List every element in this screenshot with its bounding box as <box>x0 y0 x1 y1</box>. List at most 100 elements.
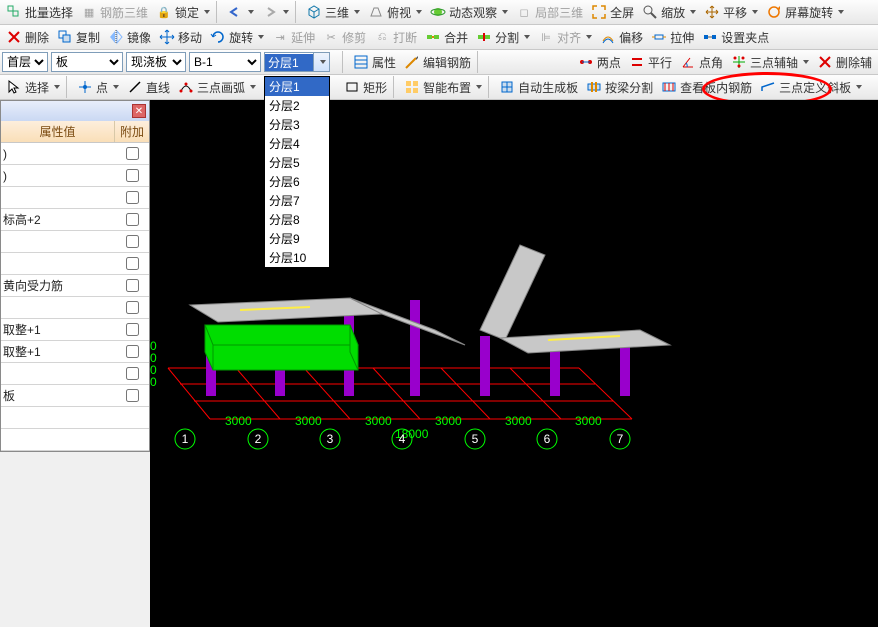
parallel-button[interactable]: 平行 <box>625 52 676 73</box>
delete-aux-button[interactable]: 删除辅 <box>813 52 876 73</box>
property-checkbox-cell <box>115 279 149 292</box>
attributes-button[interactable]: 属性 <box>349 52 400 73</box>
layer-combo[interactable]: 分层1 分层1分层2分层3分层4分层5分层6分层7分层8分层9分层10 <box>264 52 330 72</box>
property-label: ) <box>1 147 115 161</box>
property-row[interactable]: ) <box>1 165 149 187</box>
three-point-aux-button[interactable]: 三点辅轴 <box>727 52 813 73</box>
property-checkbox-cell <box>115 191 149 204</box>
rect-button[interactable]: 矩形 <box>340 77 391 98</box>
property-row[interactable]: 板 <box>1 385 149 407</box>
layer-option[interactable]: 分层5 <box>265 153 329 172</box>
undo-button[interactable] <box>223 2 258 22</box>
view-3d-button[interactable]: 三维 <box>302 2 364 23</box>
property-checkbox-cell <box>115 147 149 160</box>
property-checkbox[interactable] <box>126 345 139 358</box>
subtype-combo[interactable]: 现浇板 <box>126 52 186 72</box>
svg-text:1: 1 <box>182 432 189 446</box>
split-button[interactable]: 分割 <box>472 27 534 48</box>
property-checkbox[interactable] <box>126 235 139 248</box>
edit-rebar-button[interactable]: 编辑钢筋 <box>400 52 475 73</box>
fullscreen-button[interactable]: 全屏 <box>587 2 638 23</box>
property-row[interactable] <box>1 231 149 253</box>
delete-button[interactable]: 删除 <box>2 27 53 48</box>
orbit-icon <box>430 4 446 20</box>
auto-gen-icon <box>499 79 515 95</box>
fullscreen-icon <box>591 4 607 20</box>
property-checkbox[interactable] <box>126 169 139 182</box>
property-row[interactable]: 标高+2 <box>1 209 149 231</box>
property-row[interactable] <box>1 253 149 275</box>
dynamic-observe-button[interactable]: 动态观察 <box>426 2 512 23</box>
layer-option[interactable]: 分层9 <box>265 229 329 248</box>
arc-3pt-button[interactable]: 三点画弧 <box>174 77 260 98</box>
copy-button[interactable]: 复制 <box>53 27 104 48</box>
batch-select-button[interactable]: 批量选择 <box>2 2 77 23</box>
line-button[interactable]: 直线 <box>123 77 174 98</box>
rebar-3d-button: ▦钢筋三维 <box>77 2 152 23</box>
point-angle-button[interactable]: 点角 <box>676 52 727 73</box>
move-button[interactable]: 移动 <box>155 27 206 48</box>
two-point-button[interactable]: 两点 <box>574 52 625 73</box>
svg-text:5: 5 <box>472 432 479 446</box>
property-label: 取整+1 <box>1 321 115 338</box>
view-slab-rebar-button[interactable]: 查看板内钢筋 <box>657 77 756 98</box>
layer-option[interactable]: 分层1 <box>265 77 329 96</box>
element-combo[interactable]: B-1 <box>189 52 261 72</box>
mirror-button[interactable]: 镜像 <box>104 27 155 48</box>
property-row[interactable] <box>1 297 149 319</box>
property-row[interactable]: 黄向受力筋 <box>1 275 149 297</box>
redo-icon <box>262 4 278 20</box>
property-checkbox[interactable] <box>126 257 139 270</box>
merge-button[interactable]: 合并 <box>421 27 472 48</box>
smart-layout-button[interactable]: 智能布置 <box>400 77 486 98</box>
layer-option[interactable]: 分层7 <box>265 191 329 210</box>
layer-option[interactable]: 分层2 <box>265 96 329 115</box>
pan-button[interactable]: 平移 <box>700 2 762 23</box>
layer-option[interactable]: 分层3 <box>265 115 329 134</box>
close-icon[interactable]: ✕ <box>132 104 146 118</box>
three-pt-slope-button[interactable]: 三点定义斜板 <box>756 77 866 98</box>
property-checkbox[interactable] <box>126 301 139 314</box>
property-checkbox[interactable] <box>126 279 139 292</box>
screen-rotate-icon <box>766 4 782 20</box>
lock-button[interactable]: 🔒锁定 <box>152 2 214 23</box>
point-angle-icon <box>680 54 696 70</box>
property-checkbox[interactable] <box>126 323 139 336</box>
property-checkbox[interactable] <box>126 389 139 402</box>
select-button[interactable]: 选择 <box>2 77 64 98</box>
property-row[interactable]: ) <box>1 143 149 165</box>
property-row[interactable] <box>1 407 149 429</box>
property-row[interactable]: 取整+1 <box>1 341 149 363</box>
move-icon <box>159 29 175 45</box>
property-checkbox[interactable] <box>126 147 139 160</box>
layer-option[interactable]: 分层6 <box>265 172 329 191</box>
property-row[interactable] <box>1 363 149 385</box>
point-button[interactable]: 点 <box>73 77 123 98</box>
property-checkbox[interactable] <box>126 213 139 226</box>
property-row[interactable]: 取整+1 <box>1 319 149 341</box>
layer-option[interactable]: 分层8 <box>265 210 329 229</box>
auto-gen-button[interactable]: 自动生成板 <box>495 77 582 98</box>
layer-dropdown[interactable]: 分层1分层2分层3分层4分层5分层6分层7分层8分层9分层10 <box>264 76 330 268</box>
screen-rotate-button[interactable]: 屏幕旋转 <box>762 2 848 23</box>
property-row[interactable] <box>1 187 149 209</box>
stretch-button[interactable]: 拉伸 <box>647 27 698 48</box>
rotate-button[interactable]: 旋转 <box>206 27 268 48</box>
perspective-button[interactable]: 俯视 <box>364 2 426 23</box>
panel-header[interactable]: ✕ <box>1 101 149 121</box>
property-row[interactable] <box>1 429 149 451</box>
layer-option[interactable]: 分层10 <box>265 248 329 267</box>
category-combo[interactable]: 板 <box>51 52 123 72</box>
toolbar-view: 批量选择 ▦钢筋三维 🔒锁定 三维 俯视 动态观察 ◻局部三维 全屏 缩放 平移… <box>0 0 878 25</box>
viewport-3d[interactable]: 3000 3000 3000 3000 3000 3000 18000 0000… <box>150 100 878 627</box>
property-checkbox[interactable] <box>126 367 139 380</box>
split-by-beam-button[interactable]: 按梁分割 <box>582 77 657 98</box>
set-grip-button[interactable]: 设置夹点 <box>698 27 773 48</box>
floor-combo[interactable]: 首层 <box>2 52 48 72</box>
offset-button[interactable]: 偏移 <box>596 27 647 48</box>
layer-option[interactable]: 分层4 <box>265 134 329 153</box>
svg-text:6: 6 <box>544 432 551 446</box>
arc-icon <box>178 79 194 95</box>
zoom-button[interactable]: 缩放 <box>638 2 700 23</box>
property-checkbox[interactable] <box>126 191 139 204</box>
